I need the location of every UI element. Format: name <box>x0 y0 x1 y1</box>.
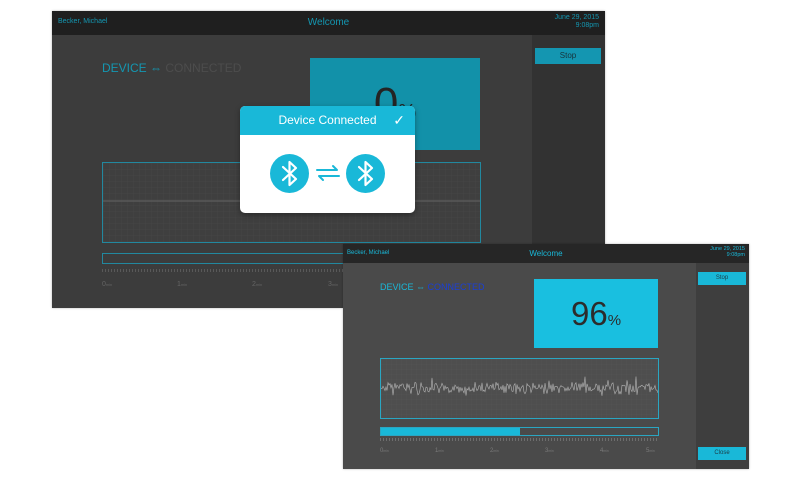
stop-button[interactable]: Stop <box>698 272 746 285</box>
dialog-header: Device Connected ✓ <box>240 106 415 135</box>
device-status-line: DEVICE ⇔ CONNECTED <box>380 282 485 292</box>
waveform-trace <box>381 359 658 418</box>
bluetooth-icon <box>346 154 385 193</box>
waveform-panel <box>380 358 659 419</box>
time-label-1: 1min <box>435 448 444 454</box>
percent-unit: % <box>607 312 622 329</box>
time-axis-ticks <box>380 438 657 441</box>
percent-value: 96 <box>570 295 608 332</box>
link-arrow-icon: ⇔ <box>416 282 426 292</box>
dialog-title: Device Connected <box>278 113 377 127</box>
page-title: Welcome <box>529 249 563 258</box>
device-screen-foreground: Becker, Michael Welcome June 29, 2015 9:… <box>343 244 749 469</box>
time: 9:08pm <box>726 252 745 259</box>
sync-arrows-icon <box>316 165 340 181</box>
header-bar: Becker, Michael Welcome June 29, 2015 9:… <box>343 244 749 263</box>
time-label-2: 2min <box>490 448 499 454</box>
connection-status: CONNECTED <box>427 282 485 292</box>
progress-bar <box>380 427 659 436</box>
bluetooth-icon <box>270 154 309 193</box>
device-connected-dialog: Device Connected ✓ <box>240 106 415 213</box>
time-label-4: 4min <box>600 448 609 454</box>
close-button[interactable]: Close <box>698 447 746 460</box>
time-label-0: 0min <box>380 448 389 454</box>
side-panel <box>696 263 749 469</box>
time-label-5: 5min <box>646 448 655 454</box>
device-label: DEVICE <box>380 282 414 292</box>
date-time: June 29, 2015 9:08pm <box>710 246 745 259</box>
time-label-3: 3min <box>545 448 554 454</box>
progress-fill <box>381 428 520 435</box>
percent-display: 96% <box>534 279 658 348</box>
checkmark-icon[interactable]: ✓ <box>393 106 405 135</box>
